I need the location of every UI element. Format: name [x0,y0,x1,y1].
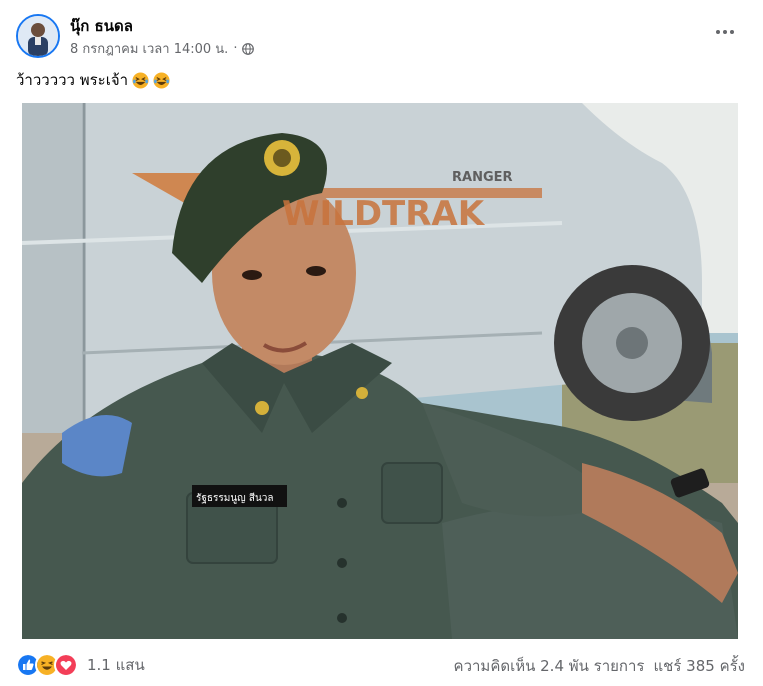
reaction-count[interactable]: 1.1 แสน [87,653,145,677]
avatar[interactable] [16,14,60,58]
laughing-emoji-icon [153,71,170,89]
post-caption: ว้าววววว พระเจ้า [16,68,170,92]
photo-illustration: RANGER WILDTRAK รัฐธรรมนูญ สีนวล [22,103,738,639]
photo-frame: RANGER WILDTRAK รัฐธรรมนูญ สีนวล [0,103,763,639]
post-photo[interactable]: RANGER WILDTRAK รัฐธรรมนูญ สีนวล [22,103,738,639]
post-date[interactable]: 8 กรกฎาคม เวลา 14:00 น. [70,38,228,59]
globe-icon[interactable] [242,42,255,55]
truck-model-text: WILDTRAK [282,194,486,234]
engagement-stats: ความคิดเห็น 2.4 พัน รายการ แชร์ 385 ครั้… [454,654,745,678]
more-dot [730,30,734,34]
facebook-post: นุ๊ก ธนดล 8 กรกฎาคม เวลา 14:00 น. · ว้าว… [0,0,763,686]
author-name[interactable]: นุ๊ก ธนดล [70,14,133,38]
post-footer: 1.1 แสน ความคิดเห็น 2.4 พัน รายการ แชร์ … [0,642,763,686]
shares-count[interactable]: แชร์ 385 ครั้ง [654,654,746,678]
comments-count[interactable]: ความคิดเห็น 2.4 พัน รายการ [454,654,645,678]
truck-brand-text: RANGER [452,170,513,185]
more-dot [723,30,727,34]
name-tag-text: รัฐธรรมนูญ สีนวล [196,492,274,504]
love-icon [54,653,78,677]
more-dot [716,30,720,34]
reactions-summary[interactable]: 1.1 แสน [16,653,145,677]
more-options-icon[interactable] [711,22,739,42]
post-meta: 8 กรกฎาคม เวลา 14:00 น. · [70,38,255,59]
laughing-emoji-icon [132,71,149,89]
meta-separator: · [233,41,238,56]
caption-text: ว้าววววว พระเจ้า [16,71,129,89]
avatar-photo [18,16,58,56]
